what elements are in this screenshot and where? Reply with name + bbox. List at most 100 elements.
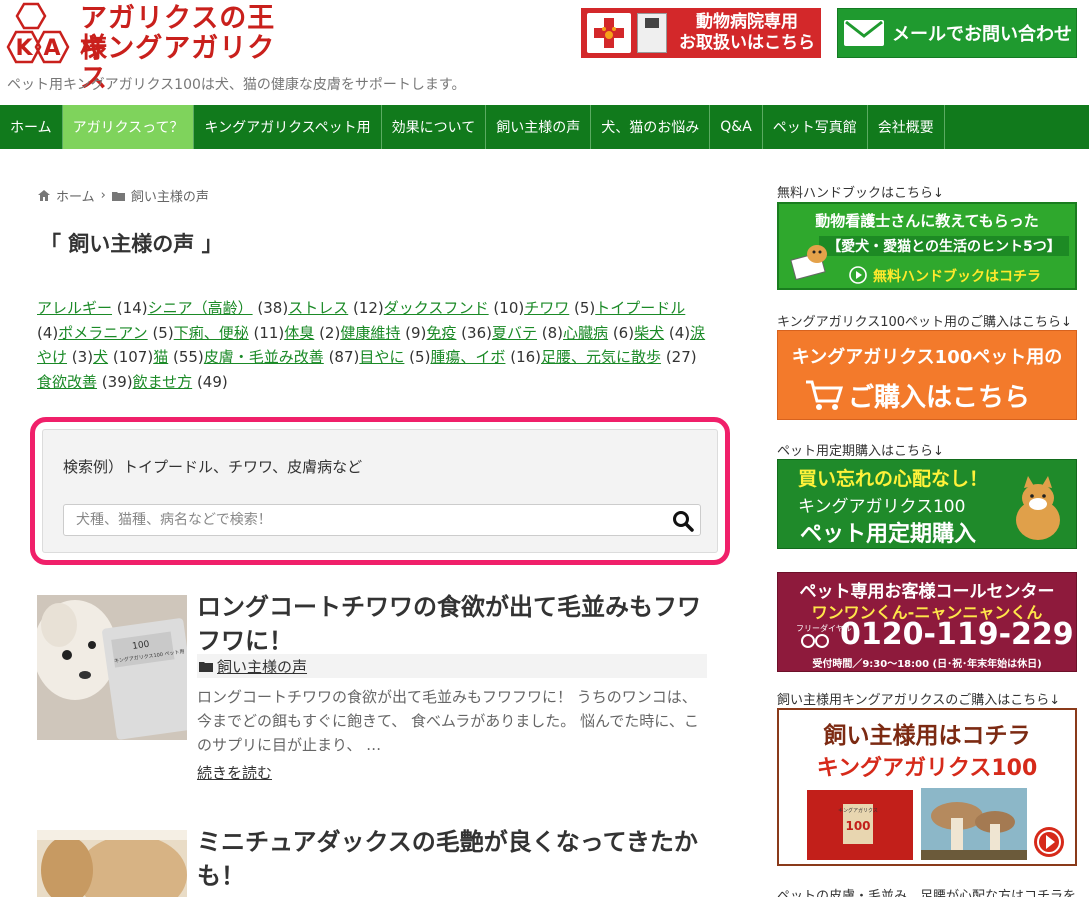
tag-count: (5): [152, 323, 174, 342]
site-tagline: ペット用キングアガリクス100は犬、猫の健康な皮膚をサポートします。: [7, 77, 466, 93]
folder-icon: [199, 661, 213, 672]
pet-purchase-banner[interactable]: キングアガリクス100ペット用の ご購入はこちら: [777, 330, 1077, 420]
tag-count: (14): [116, 299, 148, 317]
tag-link[interactable]: 腫瘍、イボ: [430, 348, 505, 366]
read-more-link[interactable]: 続きを読む: [197, 762, 272, 783]
product-box-text: キングアガリクス: [838, 807, 878, 814]
tag-link[interactable]: 目やに: [359, 348, 404, 366]
site-header: K A アガリクスの王様 キングアガリクス ペット用キングアガリクス100は犬、…: [0, 0, 1089, 105]
tag-link[interactable]: ストレス: [288, 299, 348, 317]
nav-item-effects[interactable]: 効果について: [382, 105, 487, 149]
logo-hexagon-icon: K A: [6, 2, 70, 64]
call-center-phone[interactable]: 0120-119-229: [840, 617, 1074, 652]
tag-count: (9): [405, 323, 427, 342]
tag-link[interactable]: シニア（高齢）: [148, 299, 253, 317]
product-box-image: 100 キングアガリクス: [807, 790, 913, 860]
tag-link[interactable]: 夏バテ: [492, 324, 537, 342]
nav-item-qa[interactable]: Q&A: [710, 105, 763, 149]
nav-item-about-agaricus[interactable]: アガリクスって？: [62, 105, 195, 149]
tag-count: (11): [253, 323, 285, 342]
play-circle-icon: [849, 266, 867, 284]
breadcrumb-separator: ›: [100, 188, 106, 203]
post-thumbnail[interactable]: 100 キングアガリクス100 ペット用: [37, 595, 187, 740]
play-arrow-icon: [1034, 827, 1064, 857]
tag-link[interactable]: 健康維持: [340, 324, 400, 342]
pet-purchase-banner-line2: ご購入はこちら: [848, 383, 1031, 413]
tag-count: (87): [328, 348, 360, 366]
product-package-icon: [637, 13, 667, 53]
search-icon[interactable]: [672, 510, 694, 532]
search-example-text: 検索例）トイプードル、チワワ、皮膚病など: [63, 458, 363, 476]
post-title[interactable]: ミニチュアダックスの毛艶が良くなってきたかも！: [197, 825, 707, 893]
free-dial-icon: [801, 634, 829, 648]
handbook-banner[interactable]: 動物看護士さんに教えてもらった 【愛犬・愛猫との生活のヒント5つ】 無料ハンドブ…: [777, 202, 1077, 290]
search-field: [63, 504, 701, 536]
tag-link[interactable]: 下痢、便秘: [174, 324, 249, 342]
call-center-hours: 受付時間／9:30～18:00 (日･祝･年末年始は休日): [812, 659, 1042, 670]
paw-cross-icon: [587, 13, 631, 53]
tag-link[interactable]: 柴犬: [634, 324, 664, 342]
tag-link[interactable]: 免疫: [426, 324, 456, 342]
site-logo[interactable]: K A アガリクスの王様 キングアガリクス: [6, 2, 296, 94]
subscription-banner[interactable]: 買い忘れの心配なし！ キングアガリクス100 ペット用定期購入: [777, 459, 1077, 549]
nav-item-company[interactable]: 会社概要: [868, 105, 945, 149]
post-thumbnail[interactable]: [37, 830, 187, 897]
handbook-banner-line2: 【愛犬・愛猫との生活のヒント5つ】: [819, 236, 1069, 256]
breadcrumb: ホーム › 飼い主様の声: [38, 186, 209, 205]
home-icon: [38, 190, 50, 201]
vet-button-line2: お取扱いはこちら: [679, 33, 815, 53]
tag-link[interactable]: ダックスフンド: [384, 299, 489, 317]
tag-link[interactable]: 足腰、元気に散歩: [541, 348, 661, 366]
folder-icon: [111, 191, 125, 201]
tag-count: (5): [409, 348, 431, 366]
tag-count: (55): [172, 348, 204, 366]
tag-link[interactable]: 飲ませ方: [133, 373, 193, 391]
breadcrumb-home[interactable]: ホーム: [56, 186, 95, 205]
post-excerpt: ロングコートチワワの食欲が出て毛並みもフワフワに！ うちのワンコは、今までどの餌…: [197, 688, 699, 754]
main-nav: ホーム アガリクスって？ キングアガリクスペット用 効果について 飼い主様の声 …: [0, 105, 1089, 149]
tag-link[interactable]: 皮膚・毛並み改善: [204, 348, 324, 366]
tag-link[interactable]: 食欲改善: [37, 373, 97, 391]
mail-button-label: メールでお問い合わせ: [892, 24, 1072, 45]
tag-cloud: アレルギー (14)シニア（高齢） (38)ストレス (12)ダックスフンド (…: [37, 296, 707, 394]
page-title: 「 飼い主様の声 」: [40, 232, 223, 256]
nav-item-voices[interactable]: 飼い主様の声: [486, 105, 592, 149]
sidebar-caption: ペット用定期購入はこちら↓: [777, 444, 944, 459]
sidebar-caption: 無料ハンドブックはこちら↓: [777, 186, 944, 201]
post-card: ミニチュアダックスの毛艶が良くなってきたかも！: [37, 825, 707, 897]
logo-letter-k: K: [15, 36, 33, 61]
tag-link[interactable]: 心臓病: [563, 324, 608, 342]
owner-banner-line2: キングアガリクス100: [816, 756, 1038, 781]
tag-count: (36): [461, 323, 492, 342]
subscription-banner-line3: ペット用定期購入: [800, 522, 977, 547]
shopping-cart-icon: [806, 380, 844, 410]
post-title[interactable]: ロングコートチワワの食欲が出て毛並みもフワフワに！: [197, 590, 707, 658]
tag-link[interactable]: 体臭: [284, 324, 314, 342]
pet-purchase-banner-line1: キングアガリクス100ペット用の: [791, 347, 1063, 368]
nav-item-king-agaricus-pet[interactable]: キングアガリクスペット用: [194, 105, 382, 149]
tag-link[interactable]: 犬: [93, 348, 108, 366]
tag-link[interactable]: ポメラニアン: [58, 324, 147, 342]
handbook-banner-line1: 動物看護士さんに教えてもらった: [815, 212, 1039, 230]
mushroom-image: [921, 788, 1027, 860]
vet-button-line1: 動物病院専用: [696, 12, 798, 32]
tag-link[interactable]: チワワ: [524, 299, 569, 317]
tag-link[interactable]: アレルギー: [37, 299, 112, 317]
search-input[interactable]: [76, 505, 666, 535]
tag-count: (39): [101, 372, 133, 391]
envelope-icon: [844, 20, 884, 46]
breadcrumb-current: 飼い主様の声: [130, 190, 209, 205]
owner-product-banner[interactable]: 飼い主様用はコチラ キングアガリクス100 100 キングアガリクス: [777, 708, 1077, 866]
tag-link[interactable]: 猫: [153, 348, 168, 366]
post-category[interactable]: 飼い主様の声: [197, 654, 707, 678]
call-center-banner[interactable]: ペット専用お客様コールセンター ワンワンくん-ニャンニャンくん フリーダイヤル …: [777, 572, 1077, 672]
vet-hospital-button[interactable]: 動物病院専用 お取扱いはこちら: [581, 8, 821, 58]
tag-count: (12): [352, 299, 384, 317]
nav-item-home[interactable]: ホーム: [0, 105, 63, 149]
sidebar-caption: キングアガリクス100ペット用のご購入はこちら↓: [777, 315, 1072, 330]
handbook-banner-line3: 無料ハンドブックはコチラ: [873, 269, 1041, 285]
nav-item-pet-troubles[interactable]: 犬、猫のお悩み: [591, 105, 711, 149]
tag-link[interactable]: トイプードル: [595, 299, 685, 317]
mail-contact-button[interactable]: メールでお問い合わせ: [837, 8, 1077, 58]
nav-item-photo-gallery[interactable]: ペット写真館: [763, 105, 868, 149]
